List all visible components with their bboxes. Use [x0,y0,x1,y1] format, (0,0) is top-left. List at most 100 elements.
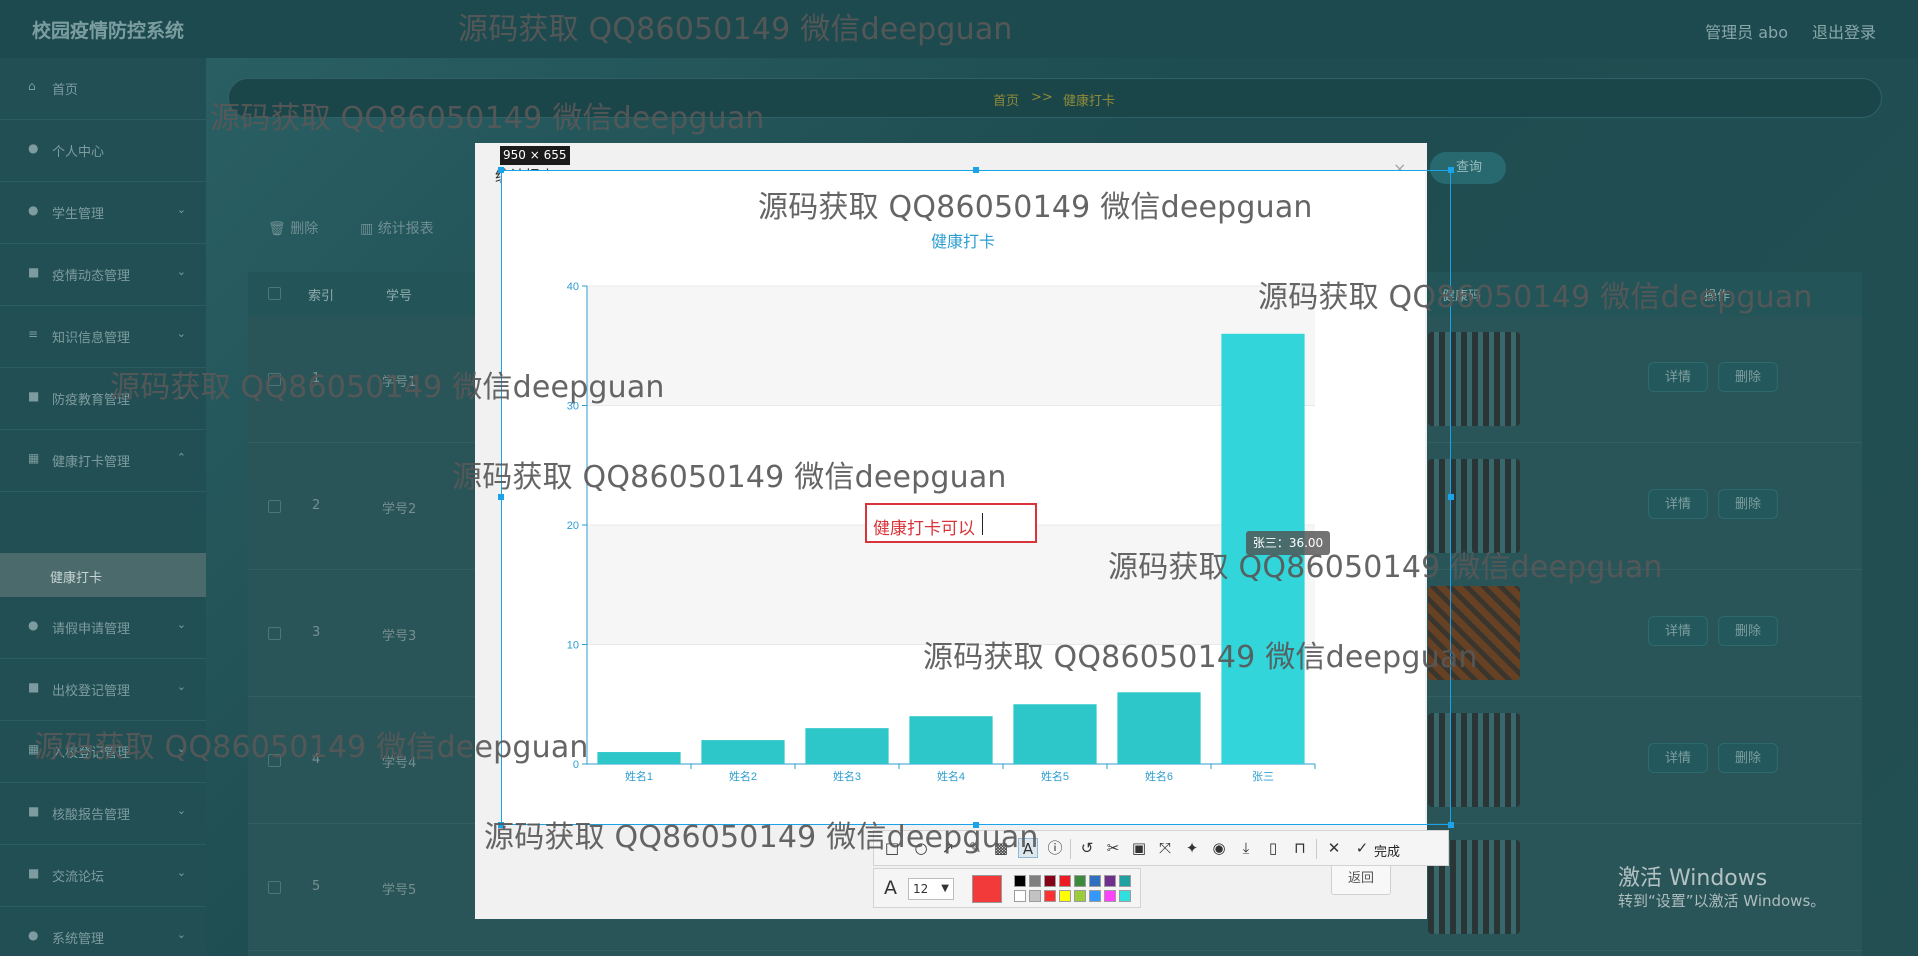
resize-handle[interactable] [498,167,504,173]
color-swatch[interactable] [1029,875,1041,887]
sidebar: ⌂ 首页 ● 个人中心 ● 学生管理 ⌄ ■ 疫情动态管理 ⌄ ≡ 知识信息管理 ⌄ ■ 防疫教育… [0,58,206,956]
bar [597,752,681,764]
bar-chart: 010203040姓名1 姓名2 姓名3 姓名4 姓名5 姓名6 张三 [567,281,1316,783]
sidebar-item-leave[interactable]: ● 请假申请管理 ⌄ [0,597,206,659]
back-button[interactable]: 返回 [1331,863,1391,895]
undo-icon[interactable]: ↺ [1077,838,1097,858]
color-swatch[interactable] [1044,890,1056,902]
user-icon: ● [28,141,39,155]
bookmark-icon[interactable]: ⊓ [1290,838,1310,858]
sidebar-item-system[interactable]: ● 系统管理 ⌄ [0,907,206,956]
row-index: 3 [312,625,321,640]
resize-handle[interactable] [973,167,979,173]
done-button[interactable]: 完成 [1374,841,1400,860]
stats-report-button[interactable]: ▥ 统计报表 [360,218,434,238]
resize-handle[interactable] [1448,167,1454,173]
color-swatch[interactable] [1104,875,1116,887]
chart-panel: 健康打卡 0 10 20 30 40 姓名1 姓名2 姓名3 姓名4 姓名5 姓名6 张三 [501,170,1425,825]
chevron-down-icon: ⌄ [176,804,186,817]
ocr-icon[interactable]: ▣ [1129,838,1149,858]
sidebar-item-label: 首页 [52,83,79,98]
crop-icon[interactable]: ✂ [1103,838,1123,858]
color-swatch[interactable] [1074,890,1086,902]
color-swatch[interactable] [1089,890,1101,902]
detail-button[interactable]: 详情 [1648,362,1708,392]
color-swatch[interactable] [1104,890,1116,902]
x-tick-label: 姓名6 [1145,769,1173,783]
sidebar-item-label: 核酸报告管理 [52,808,131,823]
pin-icon[interactable]: ✦ [1182,838,1202,858]
detail-button[interactable]: 详情 [1648,489,1708,519]
color-swatch[interactable] [1059,875,1071,887]
color-swatch[interactable] [1089,875,1101,887]
watermark-text: 源码获取 QQ86050149 微信deepguan [458,12,1013,47]
selection-size-label: 950 × 655 [500,146,570,165]
check-icon[interactable]: ✓ [1353,838,1371,858]
sidebar-item-health-checkin[interactable]: ▦ 健康打卡管理 ⌃ [0,430,206,492]
column-header-sno: 学号 [386,289,413,304]
sidebar-item-profile[interactable]: ● 个人中心 [0,120,206,182]
color-swatch[interactable] [1059,890,1071,902]
list-icon: ≡ [28,327,39,341]
row-checkbox[interactable] [268,881,281,894]
x-tick-label: 姓名3 [833,769,861,783]
row-sno: 学号5 [382,883,417,898]
sidebar-item-epidemic-news[interactable]: ■ 疫情动态管理 ⌄ [0,244,206,306]
health-code-image [1428,332,1520,426]
color-swatch[interactable] [1119,875,1131,887]
batch-delete-button[interactable]: 🗑 删除 [268,218,318,238]
long-screenshot-icon[interactable]: ▯ [1263,838,1283,858]
chevron-down-icon: ⌄ [176,327,186,340]
sidebar-item-label: 请假申请管理 [52,622,131,637]
stats-report-label: 统计报表 [377,221,434,237]
select-all-checkbox[interactable] [268,287,281,300]
download-icon[interactable]: ⤓ [1236,838,1256,858]
sidebar-item-nucleic-report[interactable]: ■ 核酸报告管理 ⌄ [0,783,206,845]
color-swatch[interactable] [1119,890,1131,902]
number-marker-icon[interactable]: ⓘ [1045,838,1065,858]
current-color-swatch[interactable] [972,875,1002,903]
users-icon: ● [28,203,39,217]
sidebar-subitem-health-checkin[interactable]: 健康打卡 [0,553,206,597]
detail-button[interactable]: 详情 [1648,743,1708,773]
translate-icon[interactable]: ⤧ [1155,838,1175,858]
watermark-text: 源码获取 QQ86050149 微信deepguan [1108,550,1663,585]
delete-button[interactable]: 删除 [1718,616,1778,646]
chevron-up-icon: ⌃ [176,451,186,464]
row-checkbox[interactable] [268,627,281,640]
health-code-image [1428,713,1520,807]
resize-handle[interactable] [1448,494,1454,500]
sidebar-item-forum[interactable]: ■ 交流论坛 ⌄ [0,845,206,907]
health-code-image [1428,459,1520,553]
color-swatch[interactable] [1014,890,1026,902]
sidebar-item-exit-log[interactable]: ■ 出校登记管理 ⌄ [0,659,206,721]
batch-delete-label: 删除 [290,221,319,237]
annotation-text-box[interactable]: 健康打卡可以 [865,503,1037,543]
book-icon: ■ [28,389,40,403]
record-icon[interactable]: ◉ [1209,838,1229,858]
bar [805,728,889,764]
font-size-select[interactable]: 12 ▼ [908,878,954,900]
resize-handle[interactable] [1448,822,1454,828]
news-icon: ■ [28,680,40,694]
delete-button[interactable]: 删除 [1718,362,1778,392]
detail-button[interactable]: 详情 [1648,616,1708,646]
sidebar-item-knowledge[interactable]: ≡ 知识信息管理 ⌄ [0,306,206,368]
color-swatch[interactable] [1014,875,1026,887]
cancel-icon[interactable]: ✕ [1324,838,1344,858]
logout-link[interactable]: 退出登录 [1812,19,1876,43]
color-swatch[interactable] [1029,890,1041,902]
sidebar-item-label: 健康打卡管理 [52,455,131,470]
y-tick-label: 10 [567,640,579,652]
sidebar-item-home[interactable]: ⌂ 首页 [0,58,206,120]
color-swatch[interactable] [1044,875,1056,887]
sidebar-item-students[interactable]: ● 学生管理 ⌄ [0,182,206,244]
breadcrumb-home[interactable]: 首页 [993,90,1019,109]
delete-button[interactable]: 删除 [1718,743,1778,773]
delete-button[interactable]: 删除 [1718,489,1778,519]
search-button[interactable]: 查询 [1430,152,1506,184]
color-swatch[interactable] [1074,875,1086,887]
toolbar-divider [1070,839,1071,859]
row-checkbox[interactable] [268,500,281,513]
windows-activation-title: 激活 Windows [1618,866,1768,891]
